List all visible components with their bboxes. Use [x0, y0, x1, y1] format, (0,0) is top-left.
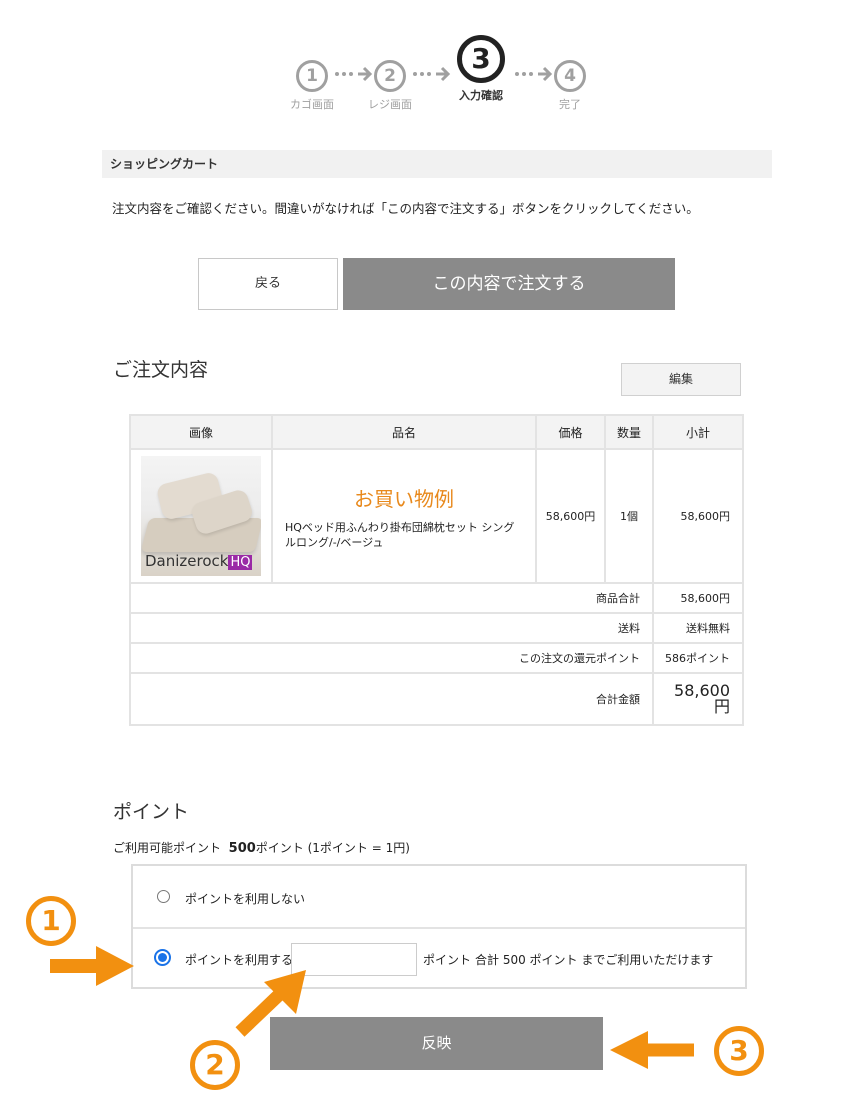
step-number: 3	[457, 35, 505, 83]
option-no-points: ポイントを利用しない	[133, 866, 745, 929]
summary-row: 商品合計 58,600円	[129, 582, 744, 614]
column-header: 画像	[129, 414, 273, 450]
radio-no-points[interactable]	[157, 890, 170, 903]
back-button[interactable]: 戻る	[198, 258, 338, 310]
column-header: 小計	[652, 414, 744, 450]
apply-points-button[interactable]: 反映	[270, 1017, 603, 1070]
summary-value: 58,600円	[652, 582, 744, 614]
example-label: お買い物例	[354, 486, 454, 511]
product-name: HQベッド用ふんわり掛布団綿枕セット シングルロング/-/ベージュ	[285, 520, 515, 549]
summary-label: 商品合計	[129, 582, 654, 614]
edit-button[interactable]: 編集	[621, 363, 741, 396]
summary-label: 送料	[129, 612, 654, 644]
callout-1: 1	[26, 896, 76, 946]
available-points-value: 500	[228, 841, 256, 856]
summary-row: この注文の還元ポイント 586ポイント	[129, 642, 744, 674]
radio-use-points[interactable]	[154, 949, 171, 966]
brand-logo: Danizerock HQ	[145, 552, 253, 570]
place-order-button[interactable]: この内容で注文する	[343, 258, 675, 310]
table-header-row: 画像 品名 価格 数量 小計	[129, 414, 744, 450]
total-label: 合計金額	[129, 672, 654, 726]
points-heading: ポイント	[113, 801, 190, 823]
column-header: 価格	[535, 414, 606, 450]
option-use-points-label: ポイントを利用する	[185, 953, 294, 967]
points-unit: ポイント	[423, 953, 472, 967]
arrow-icon	[413, 66, 451, 82]
column-header: 数量	[604, 414, 654, 450]
confirm-notice: 注文内容をご確認ください。間違いがなければ「この内容で注文する」ボタンをクリック…	[112, 201, 699, 216]
step-label: レジ画面	[368, 98, 412, 111]
available-points: ご利用可能ポイント 500ポイント (1ポイント = 1円)	[113, 841, 410, 856]
summary-value: 586ポイント	[652, 642, 744, 674]
step-label: カゴ画面	[290, 98, 334, 111]
option-no-points-label: ポイントを利用しない	[185, 892, 306, 906]
step-2: 2 レジ画面	[362, 60, 418, 112]
product-price: 58,600円	[535, 448, 606, 584]
step-number: 2	[374, 60, 406, 92]
product-name-cell: お買い物例 HQベッド用ふんわり掛布団綿枕セット シングルロング/-/ベージュ	[271, 448, 537, 584]
total-row: 合計金額 58,600 円	[129, 672, 744, 726]
arrow-left-icon	[610, 1031, 694, 1069]
order-heading: ご注文内容	[113, 359, 209, 381]
section-title: ショッピングカート	[102, 150, 772, 178]
summary-label: この注文の還元ポイント	[129, 642, 654, 674]
arrow-up-right-icon	[235, 970, 306, 1037]
table-row: Danizerock HQ お買い物例 HQベッド用ふんわり掛布団綿枕セット シン…	[129, 448, 744, 584]
summary-row: 送料 送料無料	[129, 612, 744, 644]
callout-2: 2	[190, 1040, 240, 1090]
product-image[interactable]: Danizerock HQ	[141, 456, 261, 576]
step-4: 4 完了	[542, 60, 598, 112]
points-options: ポイントを利用しない ポイントを利用する ポイント 合計 500 ポイント まで…	[131, 864, 747, 989]
summary-value: 送料無料	[652, 612, 744, 644]
step-3-current: 3 入力確認	[448, 35, 514, 103]
step-number: 4	[554, 60, 586, 92]
product-subtotal: 58,600円	[652, 448, 744, 584]
arrow-right-icon	[50, 946, 134, 986]
step-number: 1	[296, 60, 328, 92]
option-use-points: ポイントを利用する ポイント 合計 500 ポイント までご利用いただけます	[133, 927, 745, 987]
step-label: 入力確認	[459, 89, 503, 102]
cart-table: 画像 品名 価格 数量 小計 Danizerock HQ お買い物例 HQベッド用…	[129, 414, 744, 726]
points-hint: 合計 500 ポイント までご利用いただけます	[475, 953, 714, 967]
product-qty: 1個	[604, 448, 654, 584]
column-header: 品名	[271, 414, 537, 450]
callout-3: 3	[714, 1026, 764, 1076]
product-image-cell: Danizerock HQ	[129, 448, 273, 584]
step-1: 1 カゴ画面	[284, 60, 340, 112]
total-value: 58,600 円	[652, 672, 744, 726]
step-label: 完了	[559, 98, 581, 111]
